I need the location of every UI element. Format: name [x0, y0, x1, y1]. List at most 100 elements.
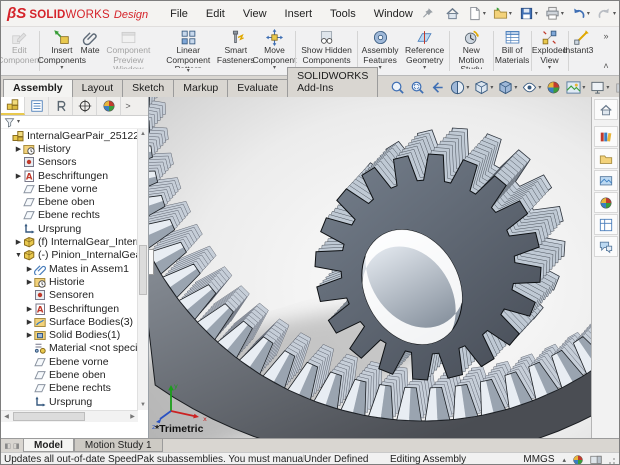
new-file-button[interactable]: ▾ [464, 3, 489, 24]
section-view-button[interactable]: ▾ [449, 80, 470, 95]
menu-insert[interactable]: Insert [277, 5, 321, 23]
ribbon-bill-of-materials-button[interactable]: Bill of Materials [495, 28, 530, 74]
menu-view[interactable]: View [235, 5, 275, 23]
tab-markup[interactable]: Markup [173, 79, 228, 97]
tree-item[interactable]: ▶Solid Bodies(1) [1, 328, 138, 341]
taskpane-tp-home-button[interactable] [594, 99, 618, 120]
undo-button[interactable]: ▾ [568, 3, 593, 24]
status-panel-icon[interactable] [590, 454, 602, 465]
tree-item[interactable]: ▶Mates in Assem1 [1, 262, 138, 275]
tree-item[interactable]: ▶ABeschriftungen [1, 169, 138, 182]
panel-splitter-handle[interactable] [149, 249, 154, 275]
tree-item[interactable]: ▶Surface Bodies(3) [1, 315, 138, 328]
tree-item[interactable]: Sensors [1, 156, 138, 169]
panel-tabs-more[interactable]: > [121, 97, 135, 115]
filter-icon[interactable] [4, 117, 15, 128]
apply-scene-button[interactable]: ▾ [565, 80, 586, 95]
graphics-viewport[interactable]: xyz *Trimetric [149, 97, 593, 438]
tree-item[interactable]: Ursprung [1, 222, 138, 235]
status-ball-icon[interactable] [572, 454, 584, 465]
save-button[interactable]: ▾ [516, 3, 541, 24]
tree-item[interactable]: Ebene oben [1, 368, 138, 381]
view-orientation-button[interactable]: ▾ [473, 80, 494, 95]
tree-horizontal-scrollbar[interactable]: ◀ ▶ [1, 410, 138, 422]
expander-icon[interactable]: ▶ [25, 265, 34, 273]
tree-item[interactable]: Ebene rechts [1, 209, 138, 222]
tree-item[interactable]: ▼(-) Pinion_InternalGearPair_251 [1, 249, 138, 262]
horizontal-scroll-thumb[interactable] [13, 412, 85, 421]
edit-appearance-button[interactable] [545, 80, 562, 95]
tree-vertical-scrollbar[interactable]: ▲ ▼ [137, 129, 148, 410]
tree-item[interactable]: Ebene oben [1, 195, 138, 208]
expander-icon[interactable]: ▶ [14, 238, 23, 246]
tab-evaluate[interactable]: Evaluate [227, 79, 288, 97]
expander-icon[interactable]: ▶ [14, 145, 23, 153]
ribbon-reference-geometry-button[interactable]: Reference Geometry▾ [402, 28, 448, 74]
ribbon-instant3d-button[interactable]: Instant3D [570, 28, 593, 74]
pin-menu-icon[interactable] [421, 7, 434, 20]
tree-item[interactable]: InternalGearPair_25122601 (Standar [1, 129, 138, 142]
tree-item[interactable]: Ursprung [1, 395, 138, 408]
tab-assembly[interactable]: Assembly [3, 79, 73, 97]
display-style-button[interactable]: ▾ [497, 80, 518, 95]
scroll-down-arrow[interactable]: ▼ [138, 400, 148, 410]
scroll-up-arrow[interactable]: ▲ [138, 129, 148, 139]
pane-left-icon[interactable] [616, 82, 620, 94]
tree-item[interactable]: Material <not specified> [1, 342, 138, 355]
tree-item[interactable]: Ebene vorne [1, 182, 138, 195]
ribbon-exploded-view-button[interactable]: Exploded View▾ [533, 28, 567, 74]
tab-solidworks-add-ins[interactable]: SOLIDWORKS Add-Ins [287, 67, 378, 97]
expander-icon[interactable]: ▶ [25, 278, 34, 286]
redo-button[interactable]: ▾ [594, 3, 619, 24]
menu-edit[interactable]: Edit [198, 5, 233, 23]
panel-tab-appearances[interactable] [97, 97, 121, 115]
view-settings-button[interactable]: ▾ [589, 80, 610, 95]
tree-item[interactable]: Ebene vorne [1, 355, 138, 368]
panel-tab-featuremanager[interactable] [1, 97, 25, 115]
expander-icon[interactable]: ▶ [25, 305, 34, 313]
vertical-scroll-thumb[interactable] [139, 245, 147, 295]
scroll-left-arrow[interactable]: ◀ [1, 411, 12, 422]
ribbon-overflow-button[interactable]: » [603, 31, 608, 41]
zoom-fit-button[interactable] [389, 80, 406, 95]
panel-tab-dimxpert[interactable] [73, 97, 97, 115]
menu-window[interactable]: Window [366, 5, 421, 23]
taskpane-tp-forum-button[interactable] [594, 236, 618, 257]
scroll-right-arrow[interactable]: ▶ [127, 411, 138, 422]
home-button[interactable] [442, 3, 463, 24]
tab-model[interactable]: Model [23, 439, 74, 452]
tree-item[interactable]: ▶History [1, 142, 138, 155]
menu-tools[interactable]: Tools [322, 5, 364, 23]
tab-splitter-icons[interactable]: ◧◨ [1, 439, 23, 452]
ribbon-collapse-button[interactable]: ˄ [603, 61, 608, 71]
taskpane-tp-customprops-button[interactable] [594, 214, 618, 235]
tab-layout[interactable]: Layout [72, 79, 124, 97]
taskpane-tp-library-button[interactable] [594, 126, 618, 147]
resize-grip[interactable] [608, 455, 616, 465]
units-selector[interactable]: MMGS ▴ [523, 454, 566, 465]
hide-show-items-button[interactable]: ▾ [521, 80, 542, 95]
panel-tab-propertymanager[interactable] [25, 97, 49, 115]
open-button[interactable]: ▾ [490, 3, 515, 24]
expander-icon[interactable]: ▶ [14, 172, 23, 180]
tree-item[interactable]: ▶Historie [1, 275, 138, 288]
tab-motion-study-1[interactable]: Motion Study 1 [74, 439, 163, 452]
print-button[interactable]: ▾ [542, 3, 567, 24]
taskpane-tp-explorer-button[interactable] [594, 148, 618, 169]
expander-icon[interactable]: ▶ [25, 331, 34, 339]
panel-tab-configurationmanager[interactable] [49, 97, 73, 115]
tree-item[interactable]: ▶(f) InternalGear_InternalGearPa [1, 235, 138, 248]
expander-icon[interactable]: ▼ [14, 252, 23, 259]
tree-item[interactable]: ▶ABeschriftungen [1, 302, 138, 315]
zoom-area-button[interactable] [409, 80, 426, 95]
taskpane-tp-viewpalette-button[interactable] [594, 170, 618, 191]
expander-icon[interactable]: ▶ [25, 318, 34, 326]
previous-view-button[interactable] [429, 80, 446, 95]
3d-gear-scene[interactable]: xyz [149, 97, 593, 443]
taskpane-tp-appearances-button[interactable] [594, 192, 618, 213]
ribbon-new-motion-study-button[interactable]: New Motion Study [451, 28, 492, 74]
menu-file[interactable]: File [162, 5, 196, 23]
tree-item[interactable]: Sensoren [1, 289, 138, 302]
tab-sketch[interactable]: Sketch [122, 79, 174, 97]
tree-item[interactable]: Ebene rechts [1, 382, 138, 395]
